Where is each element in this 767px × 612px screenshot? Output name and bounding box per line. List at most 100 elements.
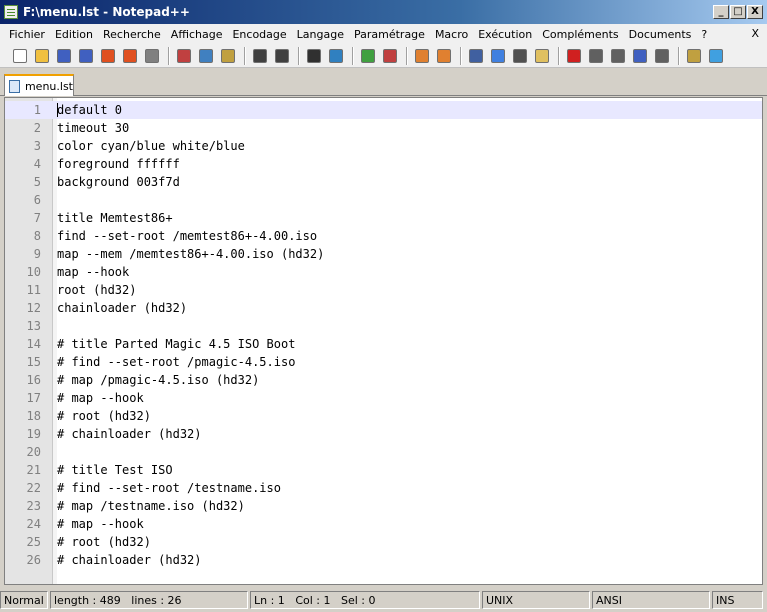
editor-line[interactable]: 4 foreground ffffff	[5, 155, 762, 173]
stop-macro-button[interactable]	[586, 46, 606, 66]
status-bar: Normal te length : 489 lines : 26 Ln : 1…	[0, 590, 767, 610]
zoom-out-icon	[383, 48, 397, 63]
save-button[interactable]	[54, 46, 74, 66]
editor-line[interactable]: 11 root (hd32)	[5, 281, 762, 299]
editor-line[interactable]: 7 title Memtest86+	[5, 209, 762, 227]
save-macro-button[interactable]	[652, 46, 672, 66]
editor-line[interactable]: 18 # root (hd32)	[5, 407, 762, 425]
replace-button[interactable]	[326, 46, 346, 66]
editor-line[interactable]: 19 # chainloader (hd32)	[5, 425, 762, 443]
line-text: # find --set-root /testname.iso	[57, 481, 281, 495]
menu-recherche[interactable]: Recherche	[98, 28, 166, 41]
editor-line[interactable]: 24 # map --hook	[5, 515, 762, 533]
editor-line[interactable]: 2 timeout 30	[5, 119, 762, 137]
paste-button[interactable]	[218, 46, 238, 66]
line-text: timeout 30	[57, 121, 130, 135]
close-all-button[interactable]	[120, 46, 140, 66]
window-controls: _ □ X	[713, 5, 763, 19]
spell-check-button[interactable]	[706, 46, 726, 66]
copy-button[interactable]	[196, 46, 216, 66]
new-file-button[interactable]	[10, 46, 30, 66]
editor-line[interactable]: 21 # title Test ISO	[5, 461, 762, 479]
editor-line[interactable]: 15 # find --set-root /pmagic-4.5.iso	[5, 353, 762, 371]
notepad-app-icon[interactable]	[4, 5, 18, 19]
editor-line[interactable]: 10 map --hook	[5, 263, 762, 281]
record-macro-button[interactable]	[564, 46, 584, 66]
toolbar-separator	[244, 46, 246, 65]
editor-line[interactable]: 14 # title Parted Magic 4.5 ISO Boot	[5, 335, 762, 353]
line-text: # chainloader (hd32)	[57, 427, 202, 441]
menu-langage[interactable]: Langage	[292, 28, 349, 41]
document-map-button[interactable]	[532, 46, 552, 66]
status-length: length : 489	[54, 594, 121, 607]
plugin-button[interactable]	[684, 46, 704, 66]
menu-edition[interactable]: Edition	[50, 28, 98, 41]
close-document-button[interactable]: X	[751, 27, 759, 40]
menu-encodage[interactable]: Encodage	[227, 28, 291, 41]
line-text: chainloader (hd32)	[57, 301, 188, 315]
line-number: 7	[33, 211, 41, 225]
menu-complements[interactable]: Compléments	[537, 28, 623, 41]
line-text: foreground ffffff	[57, 157, 180, 171]
menu-affichage[interactable]: Affichage	[166, 28, 228, 41]
menu-fichier[interactable]: Fichier	[4, 28, 50, 41]
zoom-out-button[interactable]	[380, 46, 400, 66]
sync-vertical-button[interactable]	[412, 46, 432, 66]
indent-guide-button[interactable]	[510, 46, 530, 66]
word-wrap-button[interactable]	[466, 46, 486, 66]
cut-icon	[177, 48, 191, 63]
line-text: # root (hd32)	[57, 535, 151, 549]
record-macro-icon	[567, 48, 581, 63]
show-all-chars-button[interactable]	[488, 46, 508, 66]
line-number: 21	[26, 463, 41, 477]
editor-line[interactable]: 8 find --set-root /memtest86+-4.00.iso	[5, 227, 762, 245]
line-number: 14	[26, 337, 41, 351]
editor-line[interactable]: 3 color cyan/blue white/blue	[5, 137, 762, 155]
editor-line[interactable]: 13	[5, 317, 762, 335]
line-text: find --set-root /memtest86+-4.00.iso	[57, 229, 318, 243]
editor-line[interactable]: 26 # chainloader (hd32)	[5, 551, 762, 569]
status-length-lines: length : 489 lines : 26	[50, 591, 248, 609]
status-encoding: ANSI	[592, 591, 710, 609]
editor-line[interactable]: 6	[5, 191, 762, 209]
editor-line[interactable]: 9 map --mem /memtest86+-4.00.iso (hd32)	[5, 245, 762, 263]
redo-button[interactable]	[272, 46, 292, 66]
menu-documents[interactable]: Documents	[624, 28, 697, 41]
editor-line[interactable]: 20	[5, 443, 762, 461]
play-multiple-button[interactable]	[630, 46, 650, 66]
maximize-button[interactable]: □	[730, 5, 746, 19]
line-number: 6	[33, 193, 41, 207]
open-file-button[interactable]	[32, 46, 52, 66]
print-button[interactable]	[142, 46, 162, 66]
close-file-button[interactable]	[98, 46, 118, 66]
editor-line[interactable]: 1 default 0	[5, 101, 762, 119]
menu-execution[interactable]: Exécution	[473, 28, 537, 41]
editor-line[interactable]: 25 # root (hd32)	[5, 533, 762, 551]
undo-button[interactable]	[250, 46, 270, 66]
editor-line[interactable]: 23 # map /testname.iso (hd32)	[5, 497, 762, 515]
editor-line[interactable]: 17 # map --hook	[5, 389, 762, 407]
text-editor[interactable]: 1 default 0 2 timeout 30 3 color cyan/blue wh…	[4, 97, 763, 585]
tab-bar: menu.lst	[0, 68, 767, 96]
play-macro-button[interactable]	[608, 46, 628, 66]
cut-button[interactable]	[174, 46, 194, 66]
line-text: default 0	[57, 103, 123, 117]
line-number: 5	[33, 175, 41, 189]
line-number: 24	[26, 517, 41, 531]
editor-line[interactable]: 5 background 003f7d	[5, 173, 762, 191]
line-text: # map /pmagic-4.5.iso (hd32)	[57, 373, 260, 387]
close-button[interactable]: X	[747, 5, 763, 19]
save-all-button[interactable]	[76, 46, 96, 66]
editor-line[interactable]: 22 # find --set-root /testname.iso	[5, 479, 762, 497]
sync-horizontal-button[interactable]	[434, 46, 454, 66]
tab-menu-lst[interactable]: menu.lst	[4, 74, 74, 96]
zoom-in-button[interactable]	[358, 46, 378, 66]
minimize-button[interactable]: _	[713, 5, 729, 19]
menu-parametrage[interactable]: Paramétrage	[349, 28, 430, 41]
editor-line[interactable]: 16 # map /pmagic-4.5.iso (hd32)	[5, 371, 762, 389]
line-number: 1	[33, 103, 41, 117]
find-button[interactable]	[304, 46, 324, 66]
menu-macro[interactable]: Macro	[430, 28, 473, 41]
editor-line[interactable]: 12 chainloader (hd32)	[5, 299, 762, 317]
menu-help[interactable]: ?	[696, 28, 712, 41]
